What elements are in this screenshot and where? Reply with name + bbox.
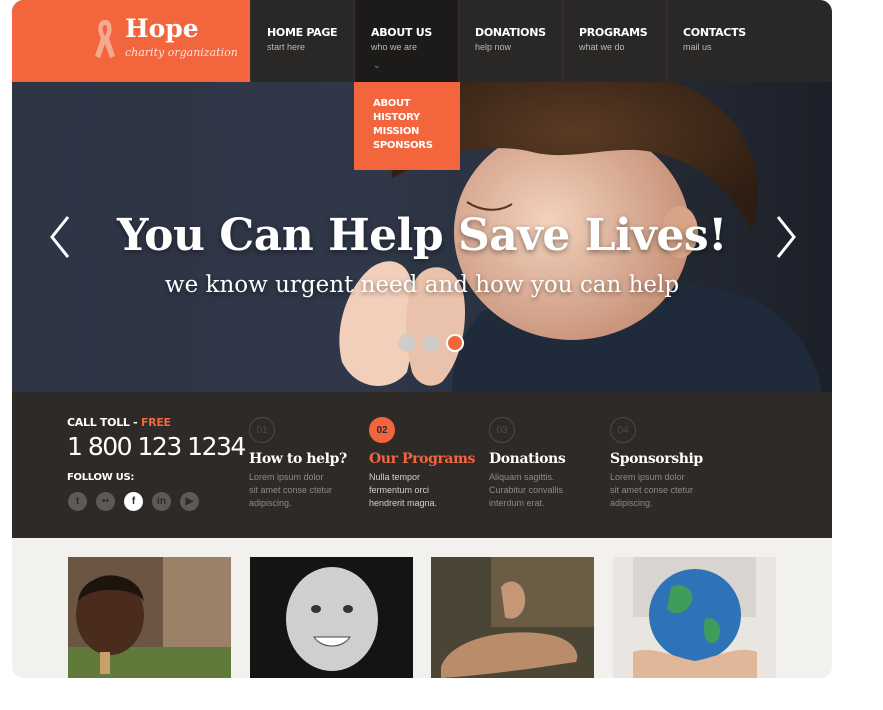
feature-title[interactable]: Donations — [489, 451, 604, 467]
page-frame: Hope charity organization HOME PAGE star… — [12, 0, 832, 678]
info-band: CALL TOLL - FREE 1 800 123 1234 FOLLOW U… — [12, 392, 832, 538]
hero-subline: we know urgent need and how you can help — [164, 272, 680, 298]
feature-how-to-help: 01 How to help? Lorem ipsum dolor sit am… — [249, 417, 364, 510]
nav-contacts[interactable]: CONTACTS mail us — [666, 0, 770, 82]
feature-text-line: Lorem ipsum dolor — [249, 472, 324, 482]
nav-programs[interactable]: PROGRAMS what we do — [562, 0, 666, 82]
chevron-down-icon: ⌄ — [373, 60, 381, 70]
photo-gallery — [12, 538, 832, 678]
feature-title[interactable]: Our Programs — [369, 451, 484, 467]
feature-text: Aliquam sagittis. Curabitur convallis in… — [489, 471, 604, 510]
slide-dot-1[interactable] — [398, 334, 416, 352]
nav-home[interactable]: HOME PAGE start here — [250, 0, 354, 82]
main-nav: HOME PAGE start here ABOUT US who we are… — [250, 0, 770, 82]
nav-sublabel: who we are — [371, 42, 418, 52]
feature-text-line: adipiscing. — [610, 498, 653, 508]
follow-us-label: FOLLOW US: — [67, 472, 135, 483]
linkedin-icon[interactable]: in — [152, 492, 171, 511]
site-header: Hope charity organization HOME PAGE star… — [12, 0, 832, 82]
photo-open-hands[interactable] — [431, 557, 594, 678]
nav-donations[interactable]: DONATIONS help now — [458, 0, 562, 82]
feature-number: 04 — [610, 417, 636, 443]
photo-globe-in-hands[interactable] — [613, 557, 776, 678]
nav-label: CONTACTS — [683, 26, 746, 39]
feature-text-line: adipiscing. — [249, 498, 292, 508]
nav-about[interactable]: ABOUT US who we are ⌄ — [354, 0, 458, 82]
nav-sublabel: what we do — [579, 42, 625, 52]
feature-number: 02 — [369, 417, 395, 443]
call-free-text: FREE — [140, 416, 171, 429]
feature-text-line: sit amet conse ctetur — [610, 485, 694, 495]
nav-label: DONATIONS — [475, 26, 546, 39]
feature-number: 03 — [489, 417, 515, 443]
feature-title[interactable]: Sponsorship — [610, 451, 725, 467]
ribbon-icon — [95, 20, 115, 58]
feature-number: 01 — [249, 417, 275, 443]
slide-dot-2[interactable] — [422, 334, 440, 352]
nav-label: HOME PAGE — [267, 26, 338, 39]
feature-title[interactable]: How to help? — [249, 451, 364, 467]
phone-number[interactable]: 1 800 123 1234 — [67, 432, 246, 461]
feature-text: Lorem ipsum dolor sit amet conse ctetur … — [249, 471, 364, 510]
social-links: t •• f in ▶ — [68, 492, 199, 511]
youtube-icon[interactable]: ▶ — [180, 492, 199, 511]
feature-text-line: sit amet conse ctetur — [249, 485, 333, 495]
twitter-icon[interactable]: t — [68, 492, 87, 511]
feature-sponsorship: 04 Sponsorship Lorem ipsum dolor sit ame… — [610, 417, 725, 510]
flickr-icon[interactable]: •• — [96, 492, 115, 511]
feature-text-line: hendrerit magna. — [369, 498, 438, 508]
menu-item-sponsors[interactable]: SPONSORS — [373, 139, 460, 153]
menu-item-mission[interactable]: MISSION — [373, 125, 460, 139]
nav-sublabel: start here — [267, 42, 306, 52]
nav-sublabel: help now — [475, 42, 512, 52]
menu-item-about[interactable]: ABOUT — [373, 97, 460, 111]
photo-smiling-child[interactable] — [250, 557, 413, 678]
call-label-text: CALL TOLL - — [67, 416, 141, 429]
photo-child-eating[interactable] — [68, 557, 231, 678]
feature-our-programs: 02 Our Programs Nulla tempor fermentum o… — [369, 417, 484, 510]
feature-text-line: interdum erat. — [489, 498, 545, 508]
logo[interactable]: Hope charity organization — [12, 0, 250, 82]
logo-title: Hope — [125, 14, 199, 43]
slider-dots — [398, 334, 464, 352]
call-toll-label: CALL TOLL - FREE — [67, 416, 171, 429]
nav-sublabel: mail us — [683, 42, 712, 52]
feature-text-line: Nulla tempor — [369, 472, 421, 482]
feature-text-line: Aliquam sagittis. — [489, 472, 555, 482]
slide-dot-3[interactable] — [446, 334, 464, 352]
hero-headline: You Can Help Save Lives! — [117, 210, 727, 261]
logo-tagline: charity organization — [125, 46, 238, 59]
feature-text-line: Lorem ipsum dolor — [610, 472, 685, 482]
feature-text: Lorem ipsum dolor sit amet conse ctetur … — [610, 471, 725, 510]
feature-text-line: fermentum orci — [369, 485, 430, 495]
nav-label: ABOUT US — [371, 26, 432, 39]
nav-label: PROGRAMS — [579, 26, 648, 39]
about-dropdown-menu: ABOUT HISTORY MISSION SPONSORS — [354, 82, 460, 170]
feature-text-line: Curabitur convallis — [489, 485, 564, 495]
menu-item-history[interactable]: HISTORY — [373, 111, 460, 125]
feature-text: Nulla tempor fermentum orci hendrerit ma… — [369, 471, 484, 510]
facebook-icon[interactable]: f — [124, 492, 143, 511]
feature-donations: 03 Donations Aliquam sagittis. Curabitur… — [489, 417, 604, 510]
